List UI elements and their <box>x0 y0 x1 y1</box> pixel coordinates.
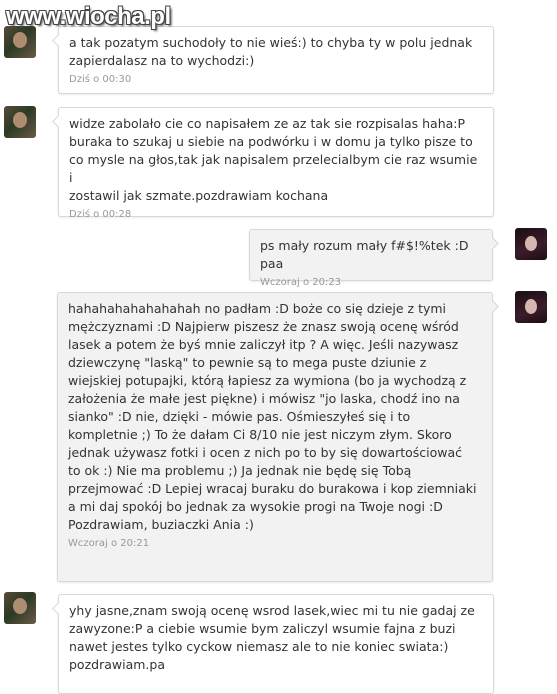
message-bubble: a tak pozatym suchodoły to nie wieś:) to… <box>58 26 494 94</box>
avatar[interactable] <box>4 592 36 624</box>
message-text: hahahahahahahahah no padłam :D boże co s… <box>68 301 477 532</box>
message-text: yhy jasne,znam swoją ocenę wsrod lasek,w… <box>69 603 475 672</box>
avatar[interactable] <box>4 106 36 138</box>
avatar[interactable] <box>515 291 547 323</box>
message-bubble: widze zabolało cie co napisałem ze az ta… <box>58 107 494 220</box>
message-timestamp: Wczoraj o 20:23 <box>260 277 342 288</box>
message-bubble: yhy jasne,znam swoją ocenę wsrod lasek,w… <box>58 594 494 694</box>
message-timestamp: Wczoraj o 20:21 <box>68 538 150 549</box>
message-timestamp: Dziś o 00:28 <box>69 209 132 220</box>
message-text: widze zabolało cie co napisałem ze az ta… <box>69 116 478 203</box>
message-bubble: ps mały rozum mały f#$!%tek :D paa Wczor… <box>249 229 493 288</box>
message-text: ps mały rozum mały f#$!%tek :D paa <box>260 238 469 271</box>
message-text: a tak pozatym suchodoły to nie wieś:) to… <box>69 35 473 68</box>
message-bubble: hahahahahahahahah no padłam :D boże co s… <box>57 292 493 582</box>
avatar[interactable] <box>515 228 547 260</box>
watermark: www.wiocha.pl <box>6 3 171 30</box>
message-timestamp: Dziś o 00:30 <box>69 74 132 85</box>
